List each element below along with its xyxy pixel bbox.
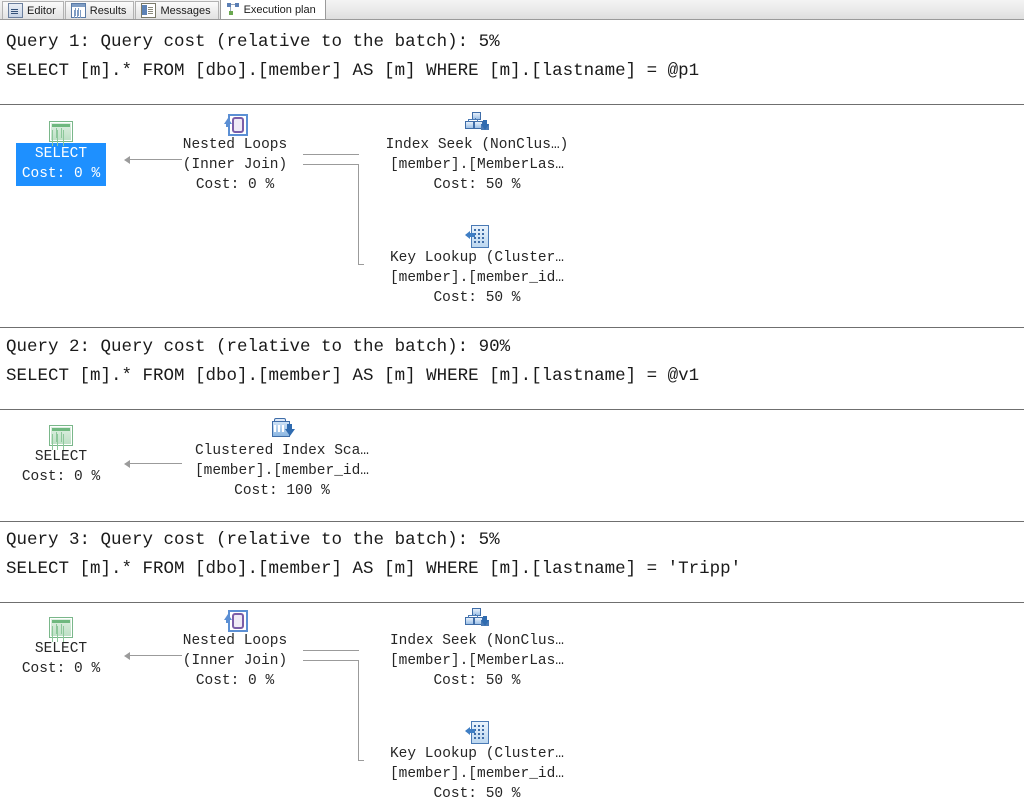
connector-lookup-vertical <box>358 164 359 264</box>
plan-node-nested-loops-3[interactable]: Nested Loops (Inner Join) Cost: 0 % <box>155 604 315 691</box>
query-2-separator-bottom <box>0 409 1024 410</box>
plan-node-clustered-index-scan-line3: Cost: 100 % <box>234 483 330 499</box>
tab-execution-plan-label: Execution plan <box>243 3 316 16</box>
plan-node-clustered-index-scan-line1: Clustered Index Sca… <box>194 443 370 459</box>
plan-node-key-lookup-line3: Cost: 50 % <box>433 290 521 306</box>
plan-node-nested-loops-3-line3: Cost: 0 % <box>195 673 275 689</box>
plan-node-nested-loops-3-line1: Nested Loops <box>182 633 288 649</box>
query-3-cost-header: Query 3: Query cost (relative to the bat… <box>6 530 500 550</box>
execution-plan-canvas[interactable]: Query 1: Query cost (relative to the bat… <box>0 20 1024 802</box>
execution-plan-icon <box>226 3 240 16</box>
connector-arrow-to-select-3 <box>124 652 130 660</box>
tab-editor[interactable]: Editor <box>2 1 64 19</box>
plan-node-index-seek-3-line3: Cost: 50 % <box>433 673 521 689</box>
clustered-index-scan-icon-wrap <box>162 414 402 440</box>
query-2-cost-header: Query 2: Query cost (relative to the bat… <box>6 337 511 357</box>
plan-node-index-seek-3-line1: Index Seek (NonClus… <box>389 633 565 649</box>
plan-node-select-3-line2: Cost: 0 % <box>21 661 101 677</box>
nested-loops-icon <box>224 609 248 632</box>
index-seek-icon <box>465 112 489 134</box>
query-2-separator-top <box>0 327 1024 328</box>
plan-node-index-seek-line3: Cost: 50 % <box>433 177 521 193</box>
connector-lookup-vertical-3 <box>358 660 359 760</box>
index-seek-icon <box>465 608 489 630</box>
plan-node-clustered-index-scan-line2: [member].[member_id… <box>194 463 370 479</box>
plan-node-key-lookup-3-line3: Cost: 50 % <box>433 786 521 802</box>
plan-node-nested-loops-line3: Cost: 0 % <box>195 177 275 193</box>
tab-messages-label: Messages <box>160 4 211 17</box>
tab-results[interactable]: Results <box>64 1 135 19</box>
results-grid-icon <box>70 3 86 18</box>
plan-node-select-labels: SELECT Cost: 0 % <box>15 143 107 186</box>
query-3-separator-top <box>0 521 1024 522</box>
index-seek-icon-wrap-3 <box>362 604 592 630</box>
query-1-top-separator <box>0 104 1024 105</box>
plan-node-nested-loops-line2: (Inner Join) <box>182 157 288 173</box>
select-result-icon <box>49 617 73 638</box>
editor-icon <box>8 3 23 18</box>
query-3-sql-text: SELECT [m].* FROM [dbo].[member] AS [m] … <box>6 559 742 579</box>
select-result-icon <box>49 425 73 446</box>
nested-loops-icon-wrap-3 <box>155 604 315 632</box>
connector-arrow-to-select <box>124 156 130 164</box>
plan-node-key-lookup-line1: Key Lookup (Cluster… <box>389 250 565 266</box>
plan-node-select-2[interactable]: SELECT Cost: 0 % <box>6 420 116 487</box>
clustered-index-scan-icon <box>270 418 295 440</box>
plan-node-select-line1: SELECT <box>34 146 88 162</box>
tab-execution-plan[interactable]: Execution plan <box>219 0 326 19</box>
tab-results-label: Results <box>89 4 127 17</box>
plan-node-key-lookup-3-line2: [member].[member_id… <box>389 766 565 782</box>
plan-node-nested-loops[interactable]: Nested Loops (Inner Join) Cost: 0 % <box>155 108 315 195</box>
nested-loops-icon <box>224 113 248 136</box>
key-lookup-icon-wrap-3 <box>362 717 592 744</box>
plan-node-select-2-line1: SELECT <box>34 449 88 465</box>
messages-icon <box>141 3 157 18</box>
plan-node-key-lookup[interactable]: Key Lookup (Cluster… [member].[member_id… <box>362 221 592 308</box>
plan-node-key-lookup-3-line1: Key Lookup (Cluster… <box>389 746 565 762</box>
key-lookup-icon <box>465 721 489 744</box>
plan-node-index-seek[interactable]: Index Seek (NonClus…) [member].[MemberLa… <box>362 108 592 195</box>
plan-node-index-seek-line1: Index Seek (NonClus…) <box>385 137 569 153</box>
select-result-icon-wrap-3 <box>6 612 116 638</box>
plan-node-nested-loops-3-line2: (Inner Join) <box>182 653 288 669</box>
select-result-icon <box>49 121 73 142</box>
query-2-sql-text: SELECT [m].* FROM [dbo].[member] AS [m] … <box>6 366 700 386</box>
result-pane-tabstrip: Editor Results Messages Execution plan <box>0 0 1024 20</box>
plan-node-select-3-line1: SELECT <box>34 641 88 657</box>
index-seek-icon-wrap <box>362 108 592 134</box>
select-result-icon-wrap <box>6 116 116 142</box>
key-lookup-icon-wrap <box>362 221 592 248</box>
connector-arrow-to-select-2 <box>124 460 130 468</box>
plan-node-key-lookup-3[interactable]: Key Lookup (Cluster… [member].[member_id… <box>362 717 592 804</box>
plan-node-index-seek-line2: [member].[MemberLas… <box>389 157 565 173</box>
plan-node-select-line2: Cost: 0 % <box>21 166 101 182</box>
plan-node-select-2-line2: Cost: 0 % <box>21 469 101 485</box>
plan-node-nested-loops-line1: Nested Loops <box>182 137 288 153</box>
query-3-separator-bottom <box>0 602 1024 603</box>
plan-node-select[interactable]: SELECT Cost: 0 % <box>6 116 116 186</box>
tab-editor-label: Editor <box>27 4 56 17</box>
tab-messages[interactable]: Messages <box>135 1 219 19</box>
nested-loops-icon-wrap <box>155 108 315 136</box>
plan-node-clustered-index-scan[interactable]: Clustered Index Sca… [member].[member_id… <box>162 414 402 501</box>
select-result-icon-wrap-2 <box>6 420 116 446</box>
plan-node-index-seek-3[interactable]: Index Seek (NonClus… [member].[MemberLas… <box>362 604 592 691</box>
query-1-sql-text: SELECT [m].* FROM [dbo].[member] AS [m] … <box>6 61 700 81</box>
key-lookup-icon <box>465 225 489 248</box>
plan-node-select-3[interactable]: SELECT Cost: 0 % <box>6 612 116 679</box>
query-1-cost-header: Query 1: Query cost (relative to the bat… <box>6 32 500 52</box>
plan-node-key-lookup-line2: [member].[member_id… <box>389 270 565 286</box>
plan-node-index-seek-3-line2: [member].[MemberLas… <box>389 653 565 669</box>
